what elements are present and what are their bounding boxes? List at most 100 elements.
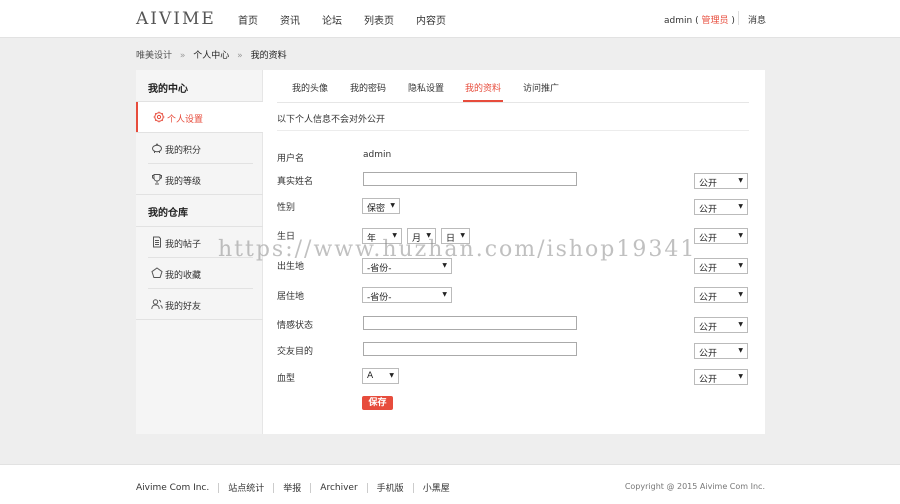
select-value: 保密 [367, 204, 386, 214]
pentagon-icon [151, 267, 163, 278]
save-button[interactable]: 保存 [362, 396, 393, 410]
select-value: A [367, 371, 374, 381]
select-value: 公开 [699, 205, 718, 215]
divider [136, 319, 263, 320]
footer-divider [273, 482, 275, 493]
dropdown-arrow-icon: ▼ [738, 373, 743, 380]
nav-content[interactable]: 内容页 [416, 12, 446, 27]
sidebar-section-center: 我的中心 [148, 84, 188, 95]
residence-privacy-select[interactable]: 公开 ▼ [694, 287, 748, 303]
profile-tabs: 我的头像 我的密码 隐私设置 我的资料 访问推广 [277, 70, 749, 103]
realname-input[interactable] [363, 172, 577, 186]
blood-select[interactable]: A ▼ [362, 368, 399, 384]
sidebar-item-label: 我的好友 [165, 302, 202, 312]
username-value: admin [363, 150, 392, 160]
blood-privacy-select[interactable]: 公开 ▼ [694, 369, 748, 385]
sidebar-section-storage: 我的仓库 [148, 208, 188, 219]
birthday-privacy-select[interactable]: 公开 ▼ [694, 228, 748, 244]
breadcrumb: 唯美设计 » 个人中心 » 我的资料 [136, 48, 287, 61]
watermark-text: https://www.huzhan.com/ishop19341 [218, 237, 697, 262]
role-close-paren: ) [731, 16, 735, 26]
footer-archiver[interactable]: Archiver [320, 483, 357, 493]
select-value: 公开 [699, 179, 718, 189]
sidebar-item-label: 我的积分 [165, 146, 202, 156]
top-navbar: AIVIME 首页 资讯 论坛 列表页 内容页 admin ( 管理员 ) 消息 [0, 0, 900, 38]
sidebar-item-settings[interactable]: 个人设置 [136, 102, 263, 132]
user-role[interactable]: 管理员 [701, 16, 728, 26]
username-label: 用户名 [277, 154, 305, 164]
trophy-icon [152, 174, 162, 185]
divider [136, 194, 263, 195]
select-value: 公开 [699, 323, 718, 333]
sidebar-item-level[interactable]: 我的等级 [136, 164, 263, 194]
dropdown-arrow-icon: ▼ [442, 262, 447, 269]
footer-divider [412, 482, 414, 493]
footer-mobile[interactable]: 手机版 [377, 481, 404, 494]
nav-forum[interactable]: 论坛 [322, 12, 342, 27]
site-logo[interactable]: AIVIME [136, 9, 216, 29]
footer-divider [310, 482, 312, 493]
select-value: 公开 [699, 349, 718, 359]
select-value: 公开 [699, 234, 718, 244]
dropdown-arrow-icon: ▼ [738, 232, 743, 239]
gender-select[interactable]: 保密 ▼ [362, 198, 400, 214]
breadcrumb-separator: » [179, 51, 186, 61]
sidebar-item-friends[interactable]: 我的好友 [136, 289, 263, 319]
gear-icon [153, 111, 165, 123]
dropdown-arrow-icon: ▼ [738, 177, 743, 184]
footer-stats[interactable]: 站点统计 [228, 481, 264, 494]
user-menu[interactable]: admin ( 管理员 ) [664, 13, 735, 26]
gender-label: 性别 [277, 203, 296, 213]
gender-privacy-select[interactable]: 公开 ▼ [694, 199, 748, 215]
sidebar-item-label: 个人设置 [167, 115, 204, 125]
sidebar-item-points[interactable]: 我的积分 [136, 133, 263, 163]
users-icon [151, 299, 163, 310]
dropdown-arrow-icon: ▼ [738, 347, 743, 354]
emotion-input[interactable] [363, 316, 577, 330]
purpose-label: 交友目的 [277, 347, 314, 357]
document-icon [153, 236, 161, 248]
messages-link[interactable]: 消息 [748, 13, 766, 26]
tab-password[interactable]: 我的密码 [350, 81, 386, 94]
blood-label: 血型 [277, 374, 296, 384]
residence-label: 居住地 [277, 292, 305, 302]
breadcrumb-center[interactable]: 个人中心 [193, 51, 229, 61]
breadcrumb-current: 我的资料 [250, 51, 287, 61]
dropdown-arrow-icon: ▼ [389, 372, 394, 379]
piggy-bank-icon [152, 143, 162, 153]
breadcrumb-home[interactable]: 唯美设计 [136, 51, 172, 61]
footer-report[interactable]: 举报 [283, 481, 301, 494]
emotion-privacy-select[interactable]: 公开 ▼ [694, 317, 748, 333]
dropdown-arrow-icon: ▼ [738, 262, 743, 269]
tab-profile[interactable]: 我的资料 [465, 81, 501, 94]
footer-divider [218, 482, 220, 493]
sidebar-item-label: 我的收藏 [165, 271, 202, 281]
nav-list[interactable]: 列表页 [364, 12, 394, 27]
dropdown-arrow-icon: ▼ [738, 291, 743, 298]
sidebar-item-favorites[interactable]: 我的收藏 [136, 258, 263, 288]
select-value: 公开 [699, 375, 718, 385]
footer-divider [366, 482, 368, 493]
birthplace-privacy-select[interactable]: 公开 ▼ [694, 258, 748, 274]
footer-company[interactable]: Aivime Com Inc. [136, 483, 209, 493]
tab-avatar[interactable]: 我的头像 [292, 81, 328, 94]
dropdown-arrow-icon: ▼ [738, 321, 743, 328]
footer-links: Aivime Com Inc. 站点统计 举报 Archiver 手机版 小黑屋 [136, 481, 450, 494]
tab-privacy[interactable]: 隐私设置 [408, 81, 444, 94]
footer-blackroom[interactable]: 小黑屋 [423, 481, 450, 494]
emotion-label: 情感状态 [277, 321, 314, 331]
purpose-input[interactable] [363, 342, 577, 356]
residence-select[interactable]: -省份- ▼ [362, 287, 452, 303]
purpose-privacy-select[interactable]: 公开 ▼ [694, 343, 748, 359]
copyright: Copyright @ 2015 Aivime Com Inc. [624, 482, 765, 491]
role-open-paren: ( [695, 16, 699, 26]
nav-home[interactable]: 首页 [238, 12, 258, 27]
nav-news[interactable]: 资讯 [280, 12, 300, 27]
sidebar-item-label: 我的帖子 [165, 240, 202, 250]
sidebar-item-label: 我的等级 [165, 177, 202, 187]
footer: Aivime Com Inc. 站点统计 举报 Archiver 手机版 小黑屋… [0, 464, 900, 504]
username-link[interactable]: admin [664, 16, 692, 26]
realname-privacy-select[interactable]: 公开 ▼ [694, 173, 748, 189]
tab-promotion[interactable]: 访问推广 [523, 81, 559, 94]
breadcrumb-separator: » [237, 51, 243, 61]
